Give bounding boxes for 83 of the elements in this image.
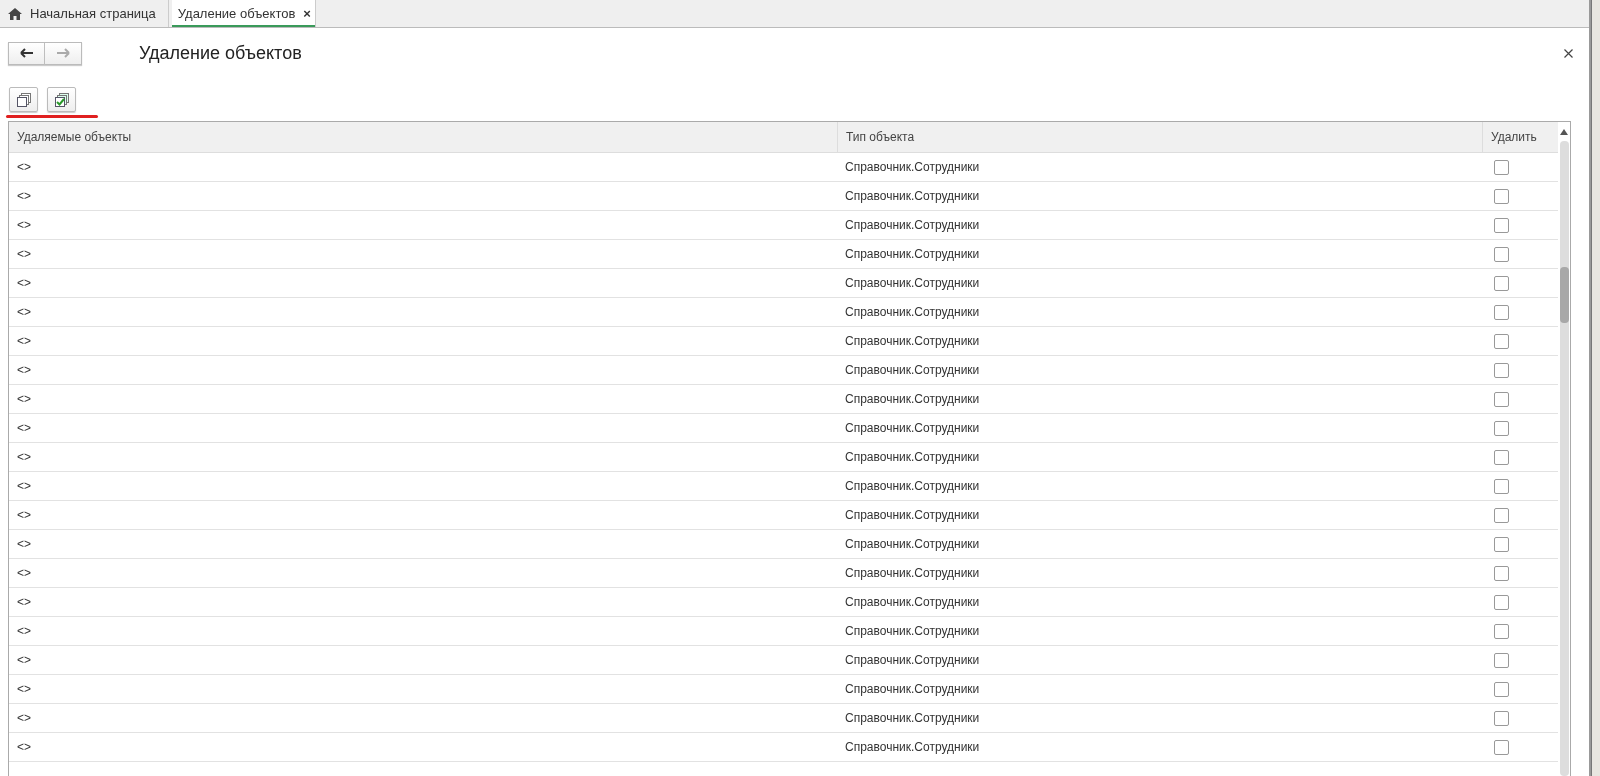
table-cell-text: <> bbox=[16, 652, 32, 669]
home-icon bbox=[8, 7, 22, 20]
table-cell-text: Справочник.Сотрудники bbox=[844, 275, 981, 292]
table-cell-text: Справочник.Сотрудники bbox=[844, 536, 981, 553]
checkbox[interactable] bbox=[1494, 739, 1509, 755]
checkbox[interactable] bbox=[1494, 159, 1509, 175]
table-cell-text: <> bbox=[16, 449, 32, 466]
column-header[interactable]: Удалить bbox=[1483, 122, 1558, 152]
tab-close-button[interactable]: × bbox=[303, 6, 311, 21]
table-cell-text: <> bbox=[16, 217, 32, 234]
table-cell-text: Справочник.Сотрудники bbox=[844, 710, 981, 727]
checkbox[interactable] bbox=[1494, 246, 1509, 262]
checkbox[interactable] bbox=[1494, 362, 1509, 378]
checkbox[interactable] bbox=[1494, 478, 1509, 494]
checkbox[interactable] bbox=[1494, 710, 1509, 726]
check-all-button[interactable] bbox=[47, 87, 76, 112]
table-cell-text: Справочник.Сотрудники bbox=[844, 188, 981, 205]
table-cell-text: <> bbox=[16, 391, 32, 408]
table-cell-text: Справочник.Сотрудники bbox=[844, 623, 981, 640]
form-title: Удаление объектов bbox=[139, 42, 303, 64]
tab[interactable]: Начальная страница bbox=[0, 0, 169, 27]
table-cell-text: <> bbox=[16, 420, 32, 437]
checkbox[interactable] bbox=[1494, 652, 1509, 668]
checkbox[interactable] bbox=[1494, 188, 1509, 204]
tab-label: Удаление объектов bbox=[177, 6, 296, 21]
table-cell-text: <> bbox=[16, 188, 32, 205]
table-cell-text: Справочник.Сотрудники bbox=[844, 652, 981, 669]
table-cell-text: <> bbox=[16, 275, 32, 292]
table-cell-text: <> bbox=[16, 565, 32, 582]
table-cell-text: Справочник.Сотрудники bbox=[844, 420, 981, 437]
table-cell-text: <> bbox=[16, 739, 32, 756]
table-cell-text: Справочник.Сотрудники bbox=[844, 681, 981, 698]
table-cell-text: <> bbox=[16, 710, 32, 727]
back-button[interactable] bbox=[8, 41, 45, 65]
table-cell-text: Справочник.Сотрудники bbox=[844, 159, 981, 176]
table-cell-text: <> bbox=[16, 159, 32, 176]
table-cell-text: <> bbox=[16, 681, 32, 698]
column-header[interactable]: Удаляемые объекты bbox=[9, 122, 838, 152]
table-cell-text: Справочник.Сотрудники bbox=[844, 739, 981, 756]
tab-label: Начальная страница bbox=[30, 6, 156, 21]
scroll-up-icon[interactable] bbox=[1560, 129, 1568, 135]
checkbox[interactable] bbox=[1494, 275, 1509, 291]
table-cell-text: Справочник.Сотрудники bbox=[844, 507, 981, 524]
checkbox[interactable] bbox=[1494, 536, 1509, 552]
left-arrow-icon bbox=[19, 48, 34, 58]
table-cell-text: <> bbox=[16, 246, 32, 263]
checkbox[interactable] bbox=[1494, 420, 1509, 436]
table-cell-text: <> bbox=[16, 623, 32, 640]
table-cell-text: Справочник.Сотрудники bbox=[844, 304, 981, 321]
checkbox[interactable] bbox=[1494, 391, 1509, 407]
stacked-squares-icon bbox=[15, 91, 32, 108]
checkbox[interactable] bbox=[1494, 594, 1509, 610]
checkbox[interactable] bbox=[1494, 304, 1509, 320]
table-cell-text: Справочник.Сотрудники bbox=[844, 217, 981, 234]
table-cell-text: <> bbox=[16, 478, 32, 495]
checkbox[interactable] bbox=[1494, 623, 1509, 639]
table-cell-text: <> bbox=[16, 304, 32, 321]
table-cell-text: Справочник.Сотрудники bbox=[844, 246, 981, 263]
column-header[interactable]: Тип объекта bbox=[838, 122, 1483, 152]
table-cell-text: <> bbox=[16, 362, 32, 379]
table-cell-text: Справочник.Сотрудники bbox=[844, 594, 981, 611]
table-cell-text: <> bbox=[16, 594, 32, 611]
checkbox[interactable] bbox=[1494, 333, 1509, 349]
table-cell-text: Справочник.Сотрудники bbox=[844, 362, 981, 379]
close-button[interactable] bbox=[1562, 46, 1575, 60]
scrollbar-thumb[interactable] bbox=[1559, 267, 1569, 323]
checkbox[interactable] bbox=[1494, 217, 1509, 233]
table-cell-text: <> bbox=[16, 507, 32, 524]
table-cell-text: Справочник.Сотрудники bbox=[844, 449, 981, 466]
checkbox[interactable] bbox=[1494, 507, 1509, 523]
table-cell-text: <> bbox=[16, 536, 32, 553]
table-cell-text: Справочник.Сотрудники bbox=[844, 565, 981, 582]
uncheck-all-button[interactable] bbox=[9, 87, 38, 112]
right-arrow-icon bbox=[56, 48, 70, 58]
table-cell-text: Справочник.Сотрудники bbox=[844, 333, 981, 350]
checkbox[interactable] bbox=[1494, 681, 1509, 697]
stacked-checkboxes-icon bbox=[53, 91, 70, 108]
table-cell-text: <> bbox=[16, 333, 32, 350]
checkbox[interactable] bbox=[1494, 449, 1509, 465]
checkbox[interactable] bbox=[1494, 565, 1509, 581]
tab[interactable]: Удаление объектов × bbox=[171, 0, 316, 27]
table-cell-text: Справочник.Сотрудники bbox=[844, 478, 981, 495]
table-cell-text: Справочник.Сотрудники bbox=[844, 391, 981, 408]
